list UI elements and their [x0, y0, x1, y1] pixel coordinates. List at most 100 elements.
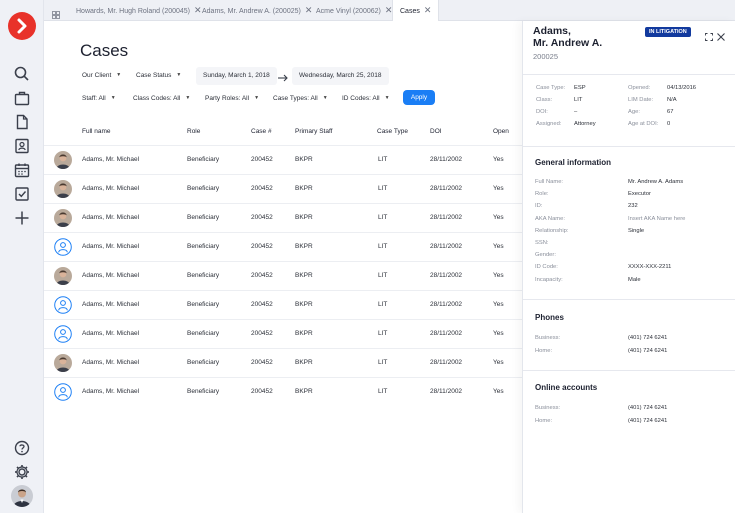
- cell-full-name: Adams, Mr. Michael: [82, 359, 140, 366]
- apply-button[interactable]: Apply: [403, 90, 435, 105]
- avatar: [54, 267, 72, 285]
- cell-full-name: Adams, Mr. Michael: [82, 243, 140, 250]
- field-label: Home:: [535, 347, 553, 354]
- column-header-full-name[interactable]: Full name: [82, 128, 111, 135]
- date-from-field[interactable]: Sunday, March 1, 2018: [196, 67, 277, 85]
- avatar: [54, 354, 72, 372]
- cell-doi: 28/11/2002: [430, 156, 463, 163]
- field-label: Gender:: [535, 252, 556, 259]
- column-header-case-type[interactable]: Case Type: [377, 128, 408, 135]
- column-header-doi[interactable]: DOI: [430, 128, 442, 135]
- column-header-primary-staff[interactable]: Primary Staff: [295, 128, 332, 135]
- cell-primary-staff: BKPR: [295, 359, 313, 366]
- column-header-open[interactable]: Open: [493, 128, 509, 135]
- table-row[interactable]: Adams, Mr. Michael Beneficiary 200452 BKPR L…: [44, 203, 522, 232]
- arrow-right-icon: [277, 70, 289, 88]
- table-row[interactable]: Adams, Mr. Michael Beneficiary 200452 BKPR L…: [44, 377, 522, 406]
- table-row[interactable]: Adams, Mr. Michael Beneficiary 200452 BKPR L…: [44, 145, 522, 174]
- chevron-down-icon: ▼: [116, 72, 122, 79]
- contact-detail-panel: Adams, Mr. Andrew A. 200025 IN LITIGATIO…: [522, 21, 735, 513]
- table-row[interactable]: Adams, Mr. Michael Beneficiary 200452 BKPR L…: [44, 174, 522, 203]
- cell-case-number: 200452: [251, 330, 273, 337]
- cell-doi: 28/11/2002: [430, 185, 463, 192]
- search-icon[interactable]: [12, 64, 32, 84]
- tab-howards[interactable]: Howards, Mr. Hugh Roland (200045) ✕: [76, 0, 202, 21]
- add-icon[interactable]: [12, 208, 32, 228]
- close-icon[interactable]: ✕: [424, 0, 432, 21]
- dropdown-label: Case Status: [136, 72, 172, 79]
- age-at-doi-label: Age at DOI:: [628, 121, 659, 127]
- tab-label: Cases: [400, 8, 420, 15]
- cell-case-type: LIT: [378, 388, 388, 395]
- table-row[interactable]: Adams, Mr. Michael Beneficiary 200452 BKPR L…: [44, 232, 522, 261]
- expand-icon[interactable]: [705, 28, 713, 46]
- date-to-field[interactable]: Wednesday, March 25, 2018: [292, 67, 389, 85]
- column-header-case-number[interactable]: Case #: [251, 128, 272, 135]
- assigned-value: Attorney: [574, 121, 596, 127]
- column-header-role[interactable]: Role: [187, 128, 200, 135]
- cell-case-number: 200452: [251, 243, 273, 250]
- chevron-down-icon: ▼: [384, 95, 390, 102]
- field-value: (401) 724 6241: [628, 335, 668, 341]
- case-status-dropdown[interactable]: Case Status ▼: [136, 72, 181, 79]
- chevron-down-icon: ▼: [254, 95, 260, 102]
- cell-open: Yes: [493, 243, 504, 250]
- case-types-filter[interactable]: Case Types: All ▼: [273, 95, 328, 102]
- checkbox-task-icon[interactable]: [12, 184, 32, 204]
- table-row[interactable]: Adams, Mr. Michael Beneficiary 200452 BKPR L…: [44, 348, 522, 377]
- cell-full-name: Adams, Mr. Michael: [82, 272, 140, 279]
- calendar-icon[interactable]: [12, 160, 32, 180]
- close-icon[interactable]: [717, 28, 725, 46]
- staff-filter[interactable]: Staff: All ▼: [82, 95, 116, 102]
- id-codes-filter[interactable]: ID Codes: All ▼: [342, 95, 390, 102]
- tab-label: Acme Vinyl (200062): [316, 8, 381, 15]
- close-icon[interactable]: ✕: [194, 0, 202, 21]
- cell-primary-staff: BKPR: [295, 243, 313, 250]
- cell-doi: 28/11/2002: [430, 243, 463, 250]
- cell-case-type: LIT: [378, 243, 388, 250]
- party-roles-filter[interactable]: Party Roles: All ▼: [205, 95, 259, 102]
- our-client-dropdown[interactable]: Our Client ▼: [82, 72, 121, 79]
- table-row[interactable]: Adams, Mr. Michael Beneficiary 200452 BKPR L…: [44, 261, 522, 290]
- settings-gear-icon[interactable]: [12, 462, 32, 482]
- table-row[interactable]: Adams, Mr. Michael Beneficiary 200452 BKPR L…: [44, 319, 522, 348]
- divider: [523, 146, 735, 147]
- lim-date-value: N/A: [667, 97, 677, 103]
- document-icon[interactable]: [12, 112, 32, 132]
- cell-primary-staff: BKPR: [295, 388, 313, 395]
- cell-case-type: LIT: [378, 359, 388, 366]
- app-logo[interactable]: [8, 12, 36, 40]
- section-title-phones: Phones: [535, 313, 564, 322]
- cell-case-type: LIT: [378, 301, 388, 308]
- cell-full-name: Adams, Mr. Michael: [82, 388, 140, 395]
- avatar: [54, 209, 72, 227]
- case-type-value: ESP: [574, 85, 586, 91]
- cell-case-number: 200452: [251, 156, 273, 163]
- field-value: 232: [628, 203, 638, 210]
- user-avatar[interactable]: [11, 485, 33, 507]
- dropdown-label: Class Codes: All: [133, 95, 181, 102]
- class-codes-filter[interactable]: Class Codes: All ▼: [133, 95, 190, 102]
- tab-label: Howards, Mr. Hugh Roland (200045): [76, 8, 191, 15]
- tab-adams[interactable]: Adams, Mr. Andrew A. (200025) ✕: [202, 0, 312, 21]
- cell-role: Beneficiary: [187, 185, 220, 192]
- chevron-down-icon: ▼: [176, 72, 182, 79]
- cell-case-number: 200452: [251, 359, 273, 366]
- cell-case-type: LIT: [378, 330, 388, 337]
- close-icon[interactable]: ✕: [305, 0, 313, 21]
- tab-cases[interactable]: Cases ✕: [392, 0, 440, 21]
- cell-primary-staff: BKPR: [295, 156, 313, 163]
- contact-name-line2: Mr. Andrew A.: [533, 37, 603, 49]
- cell-primary-staff: BKPR: [295, 301, 313, 308]
- cell-full-name: Adams, Mr. Michael: [82, 214, 140, 221]
- table-row[interactable]: Adams, Mr. Michael Beneficiary 200452 BKPR L…: [44, 290, 522, 319]
- contact-card-icon[interactable]: [12, 136, 32, 156]
- tab-acme-vinyl[interactable]: Acme Vinyl (200062) ✕: [316, 0, 392, 21]
- avatar: [54, 151, 72, 169]
- cell-role: Beneficiary: [187, 156, 220, 163]
- cell-doi: 28/11/2002: [430, 301, 463, 308]
- cell-case-number: 200452: [251, 388, 273, 395]
- doi-value: –: [574, 109, 578, 115]
- briefcase-icon[interactable]: [12, 88, 32, 108]
- help-icon[interactable]: [12, 438, 32, 458]
